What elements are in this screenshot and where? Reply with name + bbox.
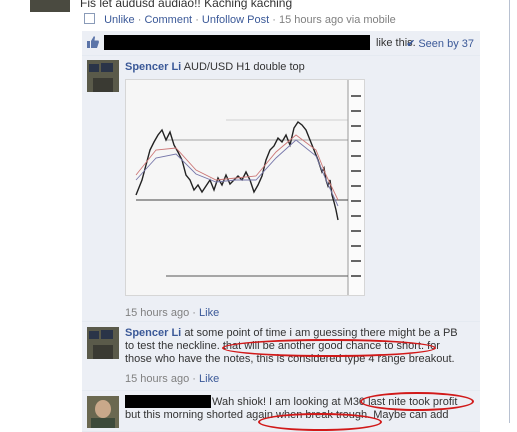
comment-timestamp: 15 hours ago: [125, 307, 190, 319]
separator: ·: [192, 307, 196, 319]
separator: ·: [137, 14, 142, 26]
post-timestamp: 15 hours ago via mobile: [278, 14, 396, 26]
page-divider: [509, 0, 510, 423]
like-link[interactable]: Like: [199, 307, 219, 319]
separator: ·: [272, 14, 276, 26]
comment-icon: [84, 13, 95, 24]
separator: ·: [192, 373, 196, 385]
redacted-author: [125, 395, 211, 408]
comment-author[interactable]: Spencer Li: [125, 61, 181, 73]
seen-by-count[interactable]: Seen by 37: [418, 38, 474, 50]
chart-thumbnail: [126, 80, 361, 295]
seen-by[interactable]: ✔ Seen by 37: [406, 37, 474, 50]
like-link[interactable]: Like: [199, 373, 219, 385]
thumbs-up-icon: [87, 36, 99, 48]
comment: Spencer Li AUD/USD H1 double top 15 hour…: [82, 56, 480, 322]
unlike-link[interactable]: Unlike: [104, 14, 135, 26]
chart-image[interactable]: [125, 79, 365, 296]
comment: Spencer Li at some point of time i am gu…: [82, 322, 480, 391]
highlight-circle: [360, 392, 474, 411]
post-actions: Unlike · Comment · Unfollow Post · 15 ho…: [84, 13, 396, 26]
comment-link[interactable]: Comment: [144, 14, 192, 26]
avatar[interactable]: [87, 327, 119, 359]
avatar[interactable]: [87, 396, 119, 428]
separator: ·: [195, 14, 199, 26]
unfollow-link[interactable]: Unfollow Post: [202, 14, 269, 26]
comment-author[interactable]: Spencer Li: [125, 327, 181, 339]
comment-text: AUD/USD H1 double top: [183, 61, 305, 73]
highlight-circle: [258, 413, 382, 431]
redacted-names: [104, 35, 370, 50]
avatar[interactable]: [87, 60, 119, 92]
comment-timestamp: 15 hours ago: [125, 373, 190, 385]
checkmark-icon: ✔: [406, 38, 416, 50]
comment-text-line1: at some point of time i am guessing ther…: [184, 327, 458, 339]
comment: Wah shiok! I am looking at M30 last nite…: [82, 391, 480, 432]
highlight-circle: [222, 339, 436, 357]
post-text: Fis let audusd audiao!! Kaching kaching: [80, 0, 293, 10]
likes-bar: like this. ✔ Seen by 37: [82, 31, 480, 56]
post-author-avatar[interactable]: [30, 0, 70, 12]
